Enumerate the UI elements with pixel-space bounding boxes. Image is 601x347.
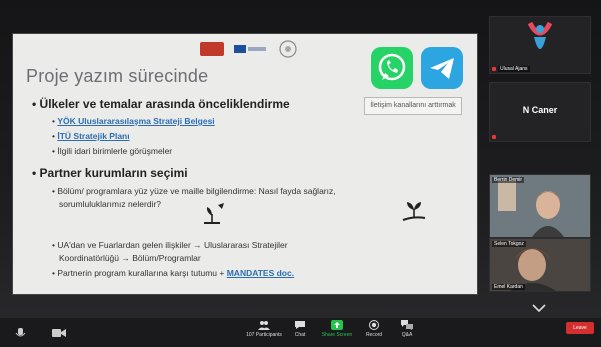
bullet-partner-text: Partner kurumların seçimi — [39, 166, 188, 180]
chat-label: Chat — [294, 332, 306, 338]
muted-icon — [492, 67, 496, 71]
participant-tile-emel[interactable]: Selen Tokgoz Emel Kardan — [489, 238, 591, 292]
sub-item-attitude: • Partnerin program kurallarına karşı tu… — [52, 268, 295, 278]
shared-slide: Proje yazım sürecinde İletişim kanalları… — [12, 33, 478, 295]
video-feed — [490, 175, 590, 237]
participant-name: Emel Kardan — [492, 284, 525, 290]
muted-icon — [492, 135, 496, 139]
record-icon — [369, 320, 379, 330]
chat-icon — [295, 321, 305, 329]
yok-link[interactable]: YÖK Uluslararasılaşma Strateji Belgesi — [57, 116, 214, 126]
participant-name: Berrin Demir — [492, 177, 525, 183]
participant-name: Ulusal Ajans — [498, 66, 530, 72]
share-screen-label: Share Screen — [321, 332, 353, 338]
participant-name-center: N Caner — [522, 105, 558, 115]
video-camera-icon[interactable] — [52, 328, 66, 338]
info-line1-text: Bölüm/ programlara yüz yüze ve maille bi… — [57, 186, 336, 196]
participants-label-text: Participants — [255, 332, 282, 338]
partner-logos — [200, 40, 297, 58]
sub-item-relations-line2: Koordinatörlüğü → Bölüm/Programlar — [59, 253, 201, 263]
sub-item-info-line2: sorumluluklarımız nelerdir? — [59, 199, 162, 209]
microphone-icon[interactable] — [14, 328, 28, 338]
sub-item-itu: • İTÜ Stratejik Planı — [52, 131, 130, 141]
attitude-text: Partnerin program kurallarına karşı tutu… — [57, 268, 227, 278]
meetings-text: İlgili idari birimlerle görüşmeler — [57, 146, 173, 156]
mandates-link[interactable]: MANDATES doc. — [227, 268, 294, 278]
sub-item-meetings: • İlgili idari birimlerle görüşmeler — [52, 146, 173, 156]
sub-item-relations-line1: • UA'dan ve Fuarlardan gelen ilişkiler →… — [52, 240, 288, 250]
itu-link[interactable]: İTÜ Stratejik Planı — [57, 131, 129, 141]
participant-tile-agency[interactable]: Ulusal Ajans — [489, 16, 591, 74]
share-screen-icon — [331, 320, 343, 330]
qa-icon — [401, 320, 413, 330]
qa-button[interactable]: Q&A — [387, 320, 427, 344]
participants-icon — [258, 321, 270, 330]
participant-gallery: Ulusal Ajans N Caner Berrin Demir Selen … — [484, 8, 594, 320]
participants-label: 107 Participants — [244, 332, 284, 338]
participants-button[interactable]: 107 Participants — [244, 320, 284, 344]
chevron-down-icon[interactable] — [532, 304, 546, 312]
qa-label: Q&A — [401, 332, 413, 338]
participants-count: 107 — [246, 332, 255, 338]
meeting-toolbar: 107 Participants Chat Share Screen Recor… — [0, 318, 601, 347]
participant-name: Selen Tokgoz — [492, 241, 526, 247]
bullet-priorities: • Ülkeler ve temalar arasında önceliklen… — [32, 97, 290, 111]
chat-button[interactable]: Chat — [280, 320, 320, 344]
slide-title: Proje yazım sürecinde — [26, 66, 209, 86]
whatsapp-icon — [371, 47, 413, 89]
agency-logo — [527, 21, 553, 49]
leave-button[interactable]: Leave — [566, 322, 594, 334]
watering-plant-icon — [204, 203, 224, 224]
bullet-priorities-text: Ülkeler ve temalar arasında önceliklendi… — [39, 97, 290, 111]
bullet-partner-selection: • Partner kurumların seçimi — [32, 166, 188, 180]
relations-line1-text: UA'dan ve Fuarlardan gelen ilişkiler → U… — [57, 240, 288, 250]
callout-box: İletişim kanallarını arttırmak — [364, 97, 462, 115]
meeting-window: Proje yazım sürecinde İletişim kanalları… — [0, 0, 601, 347]
share-screen-button[interactable]: Share Screen — [317, 320, 357, 344]
sub-item-yok: • YÖK Uluslararasılaşma Strateji Belgesi — [52, 116, 215, 126]
sub-item-info-line1: • Bölüm/ programlara yüz yüze ve maille … — [52, 186, 336, 196]
telegram-icon — [421, 47, 463, 89]
participant-tile-berrin[interactable]: Berrin Demir — [489, 174, 591, 238]
participant-tile-caner[interactable]: N Caner — [489, 82, 591, 142]
sprout-hand-icon — [402, 202, 426, 221]
